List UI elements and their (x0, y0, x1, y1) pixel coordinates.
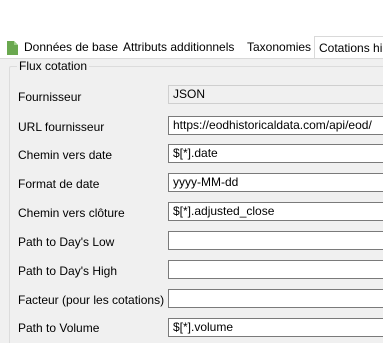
path-to-days-high-input[interactable] (168, 260, 383, 279)
url-fournisseur-input[interactable]: https://eodhistoricaldata.com/api/eod/ (168, 116, 383, 135)
group-title: Flux cotation (17, 59, 90, 73)
path-to-days-low-input[interactable] (168, 231, 383, 250)
tab-label: Taxonomies (247, 40, 312, 54)
facteur-input[interactable] (168, 289, 383, 308)
window: Données de base Attributs additionnels T… (0, 0, 383, 343)
fournisseur-label: Fournisseur (18, 90, 82, 104)
chemin-vers-date-label: Chemin vers date (18, 148, 113, 162)
path-to-volume-input[interactable]: $[*].volume (168, 318, 383, 337)
tab-cotations-historiques[interactable]: Cotations hi (314, 36, 383, 58)
chemin-vers-date-input[interactable]: $[*].date (168, 144, 383, 163)
path-to-volume-label: Path to Volume (18, 321, 100, 335)
path-to-days-high-label: Path to Day's High (18, 264, 118, 278)
format-de-date-input[interactable]: yyyy-MM-dd (168, 173, 383, 192)
chemin-vers-cloture-label: Chemin vers clôture (18, 206, 125, 220)
url-fournisseur-label: URL fournisseur (18, 120, 105, 134)
tab-attributs-additionnels[interactable]: Attributs additionnels (123, 36, 234, 58)
chemin-vers-cloture-input[interactable]: $[*].adjusted_close (168, 202, 383, 221)
tab-label: Données de base (24, 40, 119, 54)
document-icon (6, 40, 18, 55)
tab-donnees-de-base[interactable]: Données de base (6, 36, 118, 58)
tab-label: Cotations hi (319, 41, 383, 55)
fournisseur-field[interactable]: JSON (168, 85, 383, 104)
format-de-date-label: Format de date (18, 177, 100, 191)
tab-content: Flux cotation Fournisseur JSON URL fourn… (0, 59, 383, 343)
top-area (0, 0, 383, 36)
facteur-label: Facteur (pour les cotations) (18, 293, 165, 307)
tab-bar: Données de base Attributs additionnels T… (0, 36, 383, 59)
tab-label: Attributs additionnels (123, 40, 235, 54)
path-to-days-low-label: Path to Day's Low (18, 235, 115, 249)
tab-taxonomies[interactable]: Taxonomies (247, 36, 311, 58)
